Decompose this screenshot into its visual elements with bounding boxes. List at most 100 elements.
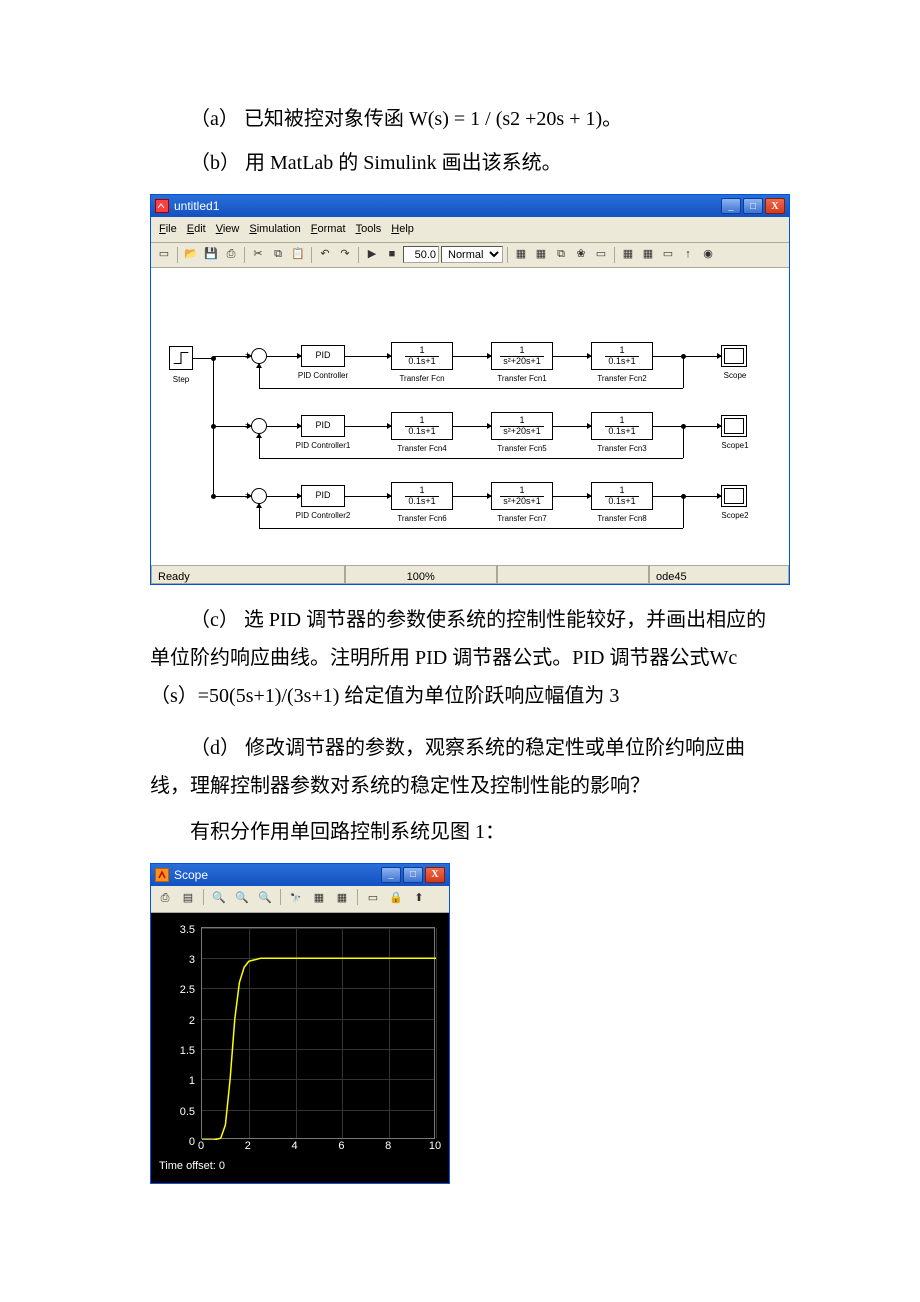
float-icon[interactable]: ▭: [363, 889, 383, 909]
paragraph-b: （b） 用 MatLab 的 Simulink 画出该系统。: [150, 144, 770, 182]
simulink-icon: [155, 199, 169, 213]
tool-icon-9[interactable]: ◉: [699, 246, 717, 264]
xtick-label: 8: [378, 1136, 398, 1157]
scope-minimize-button[interactable]: _: [381, 867, 401, 883]
autoscale-icon[interactable]: 🔭: [286, 889, 306, 909]
undo-icon[interactable]: ↶: [316, 246, 334, 264]
tool-icon-1[interactable]: ▦: [512, 246, 530, 264]
menu-simulation[interactable]: Simulation: [249, 219, 300, 240]
new-icon[interactable]: ▭: [155, 246, 173, 264]
tf-block-0-1[interactable]: 1s²+20s+1: [491, 342, 553, 370]
print-icon[interactable]: ⎙: [222, 246, 240, 264]
paste-icon[interactable]: 📋: [289, 246, 307, 264]
parameters-icon[interactable]: ▤: [178, 889, 198, 909]
pid-label-0: PID Controller: [285, 368, 361, 383]
tf-label-0-1: Transfer Fcn1: [483, 371, 561, 386]
scope-block-0[interactable]: [721, 345, 747, 367]
time-offset-label: Time offset: 0: [159, 1156, 225, 1177]
tf-label-1-1: Transfer Fcn5: [483, 441, 561, 456]
open-icon[interactable]: 📂: [182, 246, 200, 264]
xtick-label: 10: [425, 1136, 445, 1157]
tf-block-0-2[interactable]: 10.1s+1: [591, 342, 653, 370]
tf-block-2-2-label: Transfer Fcn8: [583, 511, 661, 526]
stop-icon[interactable]: ■: [383, 246, 401, 264]
stop-time-input[interactable]: [403, 246, 439, 263]
tool-icon-6[interactable]: ▦: [639, 246, 657, 264]
menu-help[interactable]: Help: [391, 219, 414, 240]
close-button[interactable]: X: [765, 198, 785, 214]
zoom-icon[interactable]: 🔍: [209, 889, 229, 909]
library-icon[interactable]: ▦: [619, 246, 637, 264]
xtick-label: 0: [191, 1136, 211, 1157]
menu-file[interactable]: File: [159, 219, 177, 240]
sum-block-1[interactable]: [251, 418, 267, 434]
menu-tools[interactable]: Tools: [356, 219, 382, 240]
minimize-button[interactable]: _: [721, 198, 741, 214]
window-title: untitled1: [174, 195, 219, 218]
tool-icon-7[interactable]: ▭: [659, 246, 677, 264]
step-label: Step: [166, 372, 196, 387]
tf-block-1-0[interactable]: 10.1s+1: [391, 412, 453, 440]
save-axes-icon[interactable]: ▦: [309, 889, 329, 909]
mode-select[interactable]: Normal: [441, 246, 503, 263]
tf-block-0-2-label: Transfer Fcn2: [583, 371, 661, 386]
pid-block-2[interactable]: PID: [301, 485, 345, 507]
menubar: File Edit View Simulation Format Tools H…: [151, 217, 789, 243]
ytick-label: 2.5: [165, 980, 195, 1001]
scope-close-button[interactable]: X: [425, 867, 445, 883]
paragraph-a: （a） 已知被控对象传函 W(s) = 1 / (s2 +20s + 1)。: [150, 100, 770, 138]
sum-block-0[interactable]: [251, 348, 267, 364]
lock-icon[interactable]: 🔒: [386, 889, 406, 909]
matlab-icon: [155, 868, 169, 882]
scope-titlebar: Scope _ □ X: [151, 864, 449, 886]
paragraph-e: 有积分作用单回路控制系统见图 1：: [150, 813, 770, 851]
scope-title: Scope: [174, 864, 208, 887]
menu-view[interactable]: View: [216, 219, 240, 240]
print-icon[interactable]: ⎙: [155, 889, 175, 909]
maximize-button[interactable]: □: [743, 198, 763, 214]
ytick-label: 2: [165, 1011, 195, 1032]
cut-icon[interactable]: ✂: [249, 246, 267, 264]
tf-block-1-1[interactable]: 1s²+20s+1: [491, 412, 553, 440]
scope-label-1: Scope1: [713, 438, 757, 453]
start-icon[interactable]: ▶: [363, 246, 381, 264]
zoom-x-icon[interactable]: 🔍: [232, 889, 252, 909]
restore-axes-icon[interactable]: ▦: [332, 889, 352, 909]
tool-icon-3[interactable]: ⧉: [552, 246, 570, 264]
save-icon[interactable]: 💾: [202, 246, 220, 264]
ytick-label: 1.5: [165, 1041, 195, 1062]
model-canvas[interactable]: StepPID PID Controller10.1s+1Transfer Fc…: [151, 268, 789, 566]
menu-format[interactable]: Format: [311, 219, 346, 240]
paragraph-d: （d） 修改调节器的参数，观察系统的稳定性或单位阶约响应曲线，理解控制器参数对系…: [150, 729, 770, 805]
pid-label-2: PID Controller2: [285, 508, 361, 523]
tool-icon-2[interactable]: ▦: [532, 246, 550, 264]
toolbar: ▭ 📂 💾 ⎙ ✂ ⧉ 📋 ↶ ↷ ▶ ■ Normal ▦ ▦ ⧉ ❀ ▭ ▦: [151, 243, 789, 268]
ytick-label: 3.5: [165, 920, 195, 941]
plot-area: [201, 927, 435, 1139]
tf-block-0-0[interactable]: 10.1s+1: [391, 342, 453, 370]
copy-icon[interactable]: ⧉: [269, 246, 287, 264]
pid-block-0[interactable]: PID: [301, 345, 345, 367]
tool-icon-5[interactable]: ▭: [592, 246, 610, 264]
tool-icon-4[interactable]: ❀: [572, 246, 590, 264]
tf-block-2-1[interactable]: 1s²+20s+1: [491, 482, 553, 510]
redo-icon[interactable]: ↷: [336, 246, 354, 264]
scope-plot: Time offset: 0 00.511.522.533.50246810: [151, 913, 449, 1183]
scope-maximize-button[interactable]: □: [403, 867, 423, 883]
scope-label-0: Scope: [713, 368, 757, 383]
zoom-y-icon[interactable]: 🔍: [255, 889, 275, 909]
tf-block-2-0[interactable]: 10.1s+1: [391, 482, 453, 510]
scope-toolbar: ⎙ ▤ 🔍 🔍 🔍 🔭 ▦ ▦ ▭ 🔒 ⬆: [151, 886, 449, 913]
scope-block-1[interactable]: [721, 415, 747, 437]
tool-icon-8[interactable]: ↑: [679, 246, 697, 264]
tf-block-1-2[interactable]: 10.1s+1: [591, 412, 653, 440]
step-block[interactable]: [169, 346, 193, 370]
scope-block-2[interactable]: [721, 485, 747, 507]
menu-edit[interactable]: Edit: [187, 219, 206, 240]
sum-block-2[interactable]: [251, 488, 267, 504]
status-ready: Ready: [151, 566, 345, 584]
pid-block-1[interactable]: PID: [301, 415, 345, 437]
tf-block-2-2[interactable]: 10.1s+1: [591, 482, 653, 510]
signal-select-icon[interactable]: ⬆: [409, 889, 429, 909]
simulink-window: untitled1 _ □ X File Edit View Simulatio…: [150, 194, 790, 585]
